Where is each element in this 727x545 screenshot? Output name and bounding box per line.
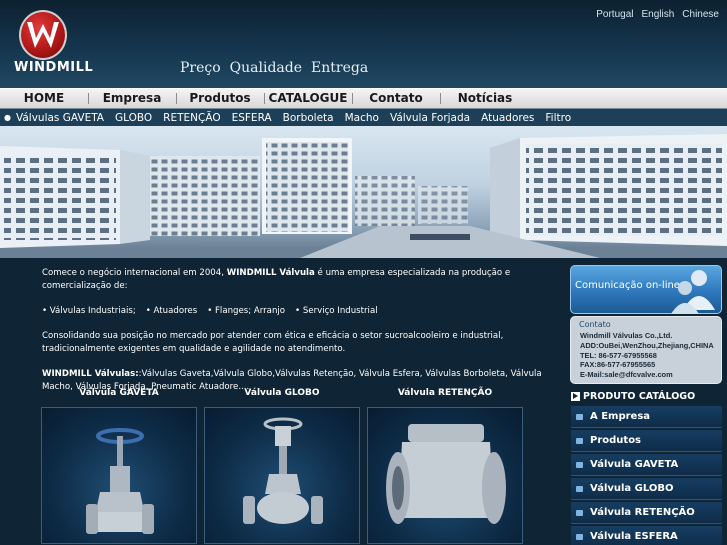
subnav-filtro[interactable]: Filtro — [545, 112, 571, 124]
product-title[interactable]: Válvula GAVETA — [41, 388, 197, 406]
subnav-esfera[interactable]: ESFERA — [232, 112, 272, 124]
nav-contato[interactable]: Contato — [352, 89, 440, 108]
slogan-price: Preço — [180, 60, 221, 76]
intro-paragraph-1: Comece o negócio internacional em 2004, … — [42, 267, 559, 293]
nav-noticias[interactable]: Notícias — [440, 89, 530, 108]
subnav-globo[interactable]: GLOBO — [115, 112, 152, 124]
intro-paragraph-2: Consolidando sua posição no mercado por … — [42, 331, 504, 354]
catalog-item-retencao[interactable]: Válvula RETENÇÃO — [571, 502, 722, 524]
feature-item: • Flanges; Arranjo — [207, 306, 286, 316]
brand-name[interactable]: WINDMILL — [14, 60, 93, 75]
catalog-item-label[interactable]: Válvula GLOBO — [590, 483, 674, 494]
catalog-item-gaveta[interactable]: Válvula GAVETA — [571, 454, 722, 476]
product-title[interactable]: Válvula RETENÇÃO — [367, 388, 523, 406]
catalog-item-produtos[interactable]: Produtos — [571, 430, 722, 452]
contact-email[interactable]: E-Mail:sale@dfcvalve.com — [580, 370, 721, 380]
people-icon — [671, 270, 715, 314]
check-valve-image[interactable] — [367, 407, 523, 544]
intro-text: Comece o negócio internacional em 2004, — [42, 268, 227, 278]
lang-portugal[interactable]: Portugal — [596, 9, 633, 20]
language-selector: Portugal English Chinese — [596, 9, 719, 20]
contact-title: Contato — [579, 320, 611, 329]
slogan-delivery: Entrega — [311, 60, 369, 76]
contact-fax: FAX:86-577-67955565 — [580, 360, 656, 370]
contact-tel: TEL: 86-577-67955568 — [580, 350, 657, 360]
catalog-item-label[interactable]: Produtos — [590, 435, 641, 446]
factory-banner-image — [0, 126, 727, 258]
catalog-header: PRODUTO CATÁLOGO — [571, 391, 695, 402]
contact-details: Windmill Válvulas Co.,Ltd. ADD:OuBei,Wen… — [571, 329, 721, 380]
catalog-item-globo[interactable]: Válvula GLOBO — [571, 478, 722, 500]
nav-empresa[interactable]: Empresa — [88, 89, 176, 108]
catalog-item-label[interactable]: Válvula GAVETA — [590, 459, 678, 470]
header: WINDMILL Preço Qualidade Entrega Portuga… — [0, 0, 727, 88]
catalog-title: PRODUTO CATÁLOGO — [583, 391, 696, 402]
online-chat-label[interactable]: Comunicação on-line — [575, 280, 680, 291]
subnav-forjada[interactable]: Válvula Forjada — [390, 112, 470, 124]
catalog-item-label[interactable]: A Empresa — [590, 411, 650, 422]
rss-icon — [576, 414, 583, 420]
contact-box: Contato Windmill Válvulas Co.,Ltd. ADD:O… — [570, 316, 722, 384]
catalog-item-esfera[interactable]: Válvula ESFERA — [571, 526, 722, 545]
lang-chinese[interactable]: Chinese — [682, 9, 719, 20]
catalog-list: A Empresa Produtos Válvula GAVETA Válvul… — [571, 406, 722, 545]
rss-icon — [576, 510, 583, 516]
intro-section: Comece o negócio internacional em 2004, … — [42, 267, 559, 406]
feature-list: • Válvulas Industriais; • Atuadores • Fl… — [42, 305, 559, 318]
rss-icon — [576, 534, 583, 540]
catalog-item-empresa[interactable]: A Empresa — [571, 406, 722, 428]
brand-highlight: WINDMILL Válvulas: — [42, 369, 139, 379]
feature-item: • Válvulas Industriais; — [42, 306, 136, 316]
windmill-logo-icon[interactable] — [19, 10, 67, 60]
rss-icon — [576, 486, 583, 492]
contact-address: ADD:OuBei,WenZhou,Zhejiang,CHINA — [580, 340, 714, 350]
subnav-retencao[interactable]: RETENÇÃO — [163, 112, 220, 124]
bullet-icon: ● — [4, 113, 11, 122]
nav-catalogue[interactable]: CATALOGUE — [264, 89, 352, 108]
brand-highlight: WINDMILL Válvula — [226, 268, 315, 278]
product-subnav: ● Válvulas GAVETA GLOBO RETENÇÃO ESFERA … — [0, 109, 727, 126]
product-card-gaveta[interactable]: Válvula GAVETA — [41, 388, 197, 544]
subnav-macho[interactable]: Macho — [345, 112, 379, 124]
feature-item: • Serviço Industrial — [295, 306, 378, 316]
product-showcase: Válvula GAVETA Válvula GLOBO Válvula RET… — [41, 388, 531, 545]
rss-icon — [576, 462, 583, 468]
rss-icon — [576, 438, 583, 444]
gate-valve-image[interactable] — [41, 407, 197, 544]
product-card-retencao[interactable]: Válvula RETENÇÃO — [367, 388, 523, 544]
main-nav: HOME Empresa Produtos CATALOGUE Contato … — [0, 88, 727, 109]
product-card-globo[interactable]: Válvula GLOBO — [204, 388, 360, 544]
slogan: Preço Qualidade Entrega — [180, 60, 368, 76]
nav-produtos[interactable]: Produtos — [176, 89, 264, 108]
catalog-item-label[interactable]: Válvula RETENÇÃO — [590, 507, 695, 518]
feature-item: • Atuadores — [145, 306, 198, 316]
online-chat-button[interactable]: Comunicação on-line — [570, 265, 722, 314]
slogan-quality: Qualidade — [229, 60, 303, 76]
lang-english[interactable]: English — [641, 9, 674, 20]
catalog-item-label[interactable]: Válvula ESFERA — [590, 531, 678, 542]
arrow-right-icon — [571, 392, 580, 401]
subnav-gaveta[interactable]: Válvulas GAVETA — [16, 112, 104, 124]
nav-home[interactable]: HOME — [0, 89, 88, 108]
subnav-borboleta[interactable]: Borboleta — [283, 112, 334, 124]
contact-company: Windmill Válvulas Co.,Ltd. — [580, 331, 673, 340]
globe-valve-image[interactable] — [204, 407, 360, 544]
subnav-atuadores[interactable]: Atuadores — [481, 112, 534, 124]
product-title[interactable]: Válvula GLOBO — [204, 388, 360, 406]
